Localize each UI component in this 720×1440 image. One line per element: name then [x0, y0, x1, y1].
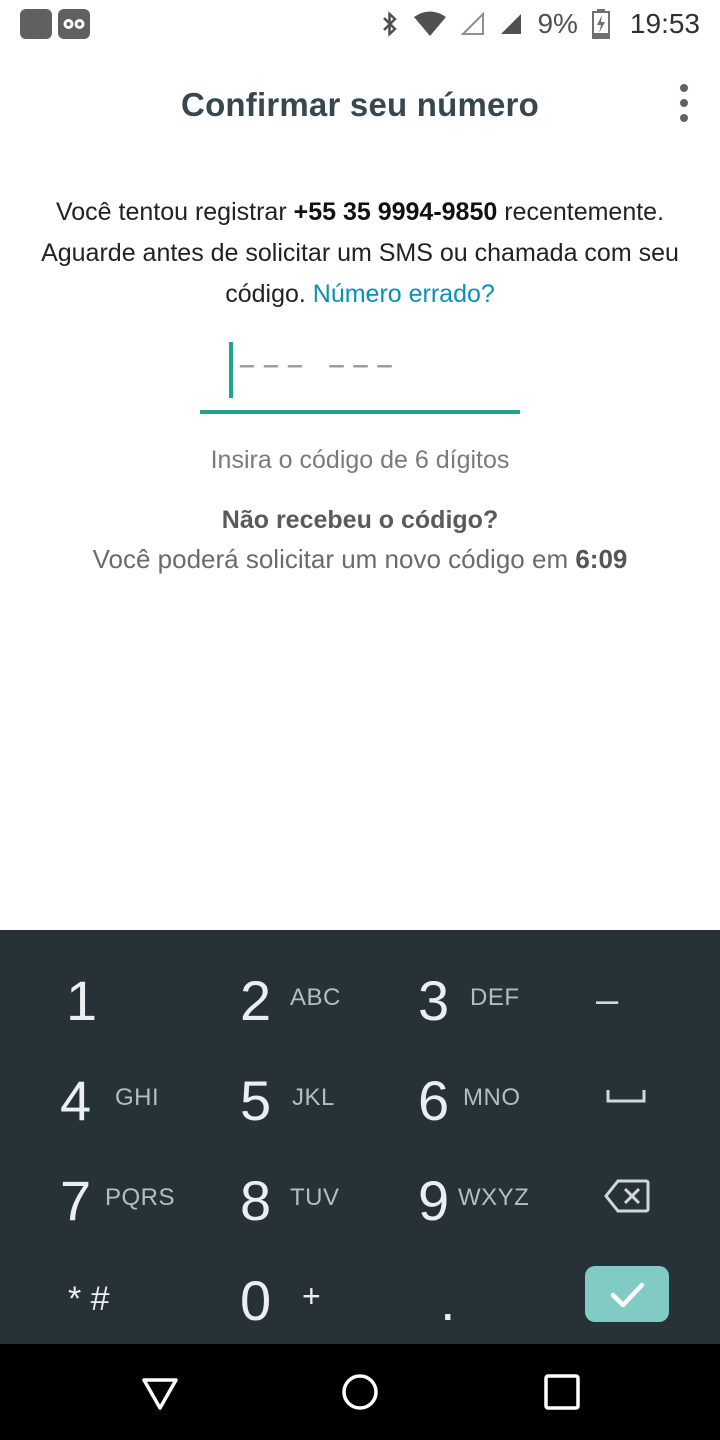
more-vert-icon[interactable] — [676, 84, 692, 124]
key-letters: MNO — [463, 1084, 521, 1111]
app-notification-icon — [20, 9, 52, 39]
numeric-keypad: 1 2 ABC 3 DEF – 4 GHI 5 JKL 6 MNO 7 PQRS… — [0, 930, 720, 1344]
key-digit: 1 — [66, 969, 98, 1032]
verification-code-input[interactable]: ––– ––– — [200, 338, 520, 414]
signal-empty-icon — [461, 12, 485, 35]
key-0[interactable]: 0 + — [220, 1248, 400, 1348]
key-letters: PQRS — [105, 1184, 176, 1211]
key-5[interactable]: 5 JKL — [220, 1048, 400, 1148]
key-digit: 7 — [60, 1169, 92, 1232]
battery-charging-icon — [591, 9, 610, 39]
status-icons: 9% 19:53 — [381, 0, 700, 48]
key-4[interactable]: 4 GHI — [40, 1048, 220, 1148]
key-digit: 3 — [418, 969, 450, 1032]
space-key[interactable] — [606, 1088, 646, 1109]
key-9[interactable]: 9 WXYZ — [400, 1148, 580, 1248]
key-dot[interactable]: . — [400, 1248, 580, 1348]
minus-key[interactable]: – — [596, 978, 618, 1023]
confirm-button[interactable] — [585, 1266, 669, 1322]
key-digit: 0 — [240, 1269, 272, 1332]
resend-prefix: Você poderá solicitar um novo código em — [92, 544, 576, 574]
phone-number: +55 35 9994-9850 — [293, 198, 498, 226]
text-cursor — [229, 342, 233, 398]
countdown: 6:09 — [575, 544, 628, 574]
registration-message: Você tentou registrar +55 35 9994-9850 r… — [40, 192, 680, 315]
signal-icon — [501, 14, 522, 34]
code-underline — [200, 410, 520, 414]
key-digit: * # — [68, 1280, 110, 1318]
key-letters: DEF — [470, 984, 520, 1011]
key-digit: . — [440, 1269, 456, 1332]
home-icon[interactable] — [340, 1372, 380, 1417]
intro-prefix: Você tentou registrar — [55, 198, 294, 226]
key-1[interactable]: 1 — [40, 948, 220, 1048]
key-3[interactable]: 3 DEF — [400, 948, 580, 1048]
code-placeholder: ––– ––– — [238, 344, 400, 385]
infinity-icon — [58, 9, 90, 39]
key-2[interactable]: 2 ABC — [220, 948, 400, 1048]
key-letters: GHI — [115, 1084, 160, 1111]
key-digit: 5 — [240, 1069, 272, 1132]
recents-icon[interactable] — [542, 1372, 582, 1417]
key-letters: ABC — [290, 984, 341, 1011]
key-7[interactable]: 7 PQRS — [40, 1148, 220, 1248]
key-8[interactable]: 8 TUV — [220, 1148, 400, 1248]
page-title: Confirmar seu número — [181, 86, 539, 123]
key-star-hash[interactable]: * # — [40, 1248, 220, 1348]
key-digit: 2 — [240, 969, 272, 1032]
wrong-number-link[interactable]: Número errado? — [313, 280, 495, 308]
backspace-key[interactable] — [604, 1178, 650, 1219]
clock: 19:53 — [629, 8, 700, 39]
key-digit: 9 — [418, 1169, 450, 1232]
navigation-bar — [0, 1344, 720, 1440]
battery-percent: 9% — [537, 8, 578, 39]
key-digit: 6 — [418, 1069, 450, 1132]
resend-countdown-message: Você poderá solicitar um novo código em … — [0, 544, 720, 575]
backspace-icon — [604, 1179, 650, 1213]
key-letters: WXYZ — [458, 1184, 530, 1211]
checkmark-icon — [610, 1282, 645, 1308]
key-digit: 8 — [240, 1169, 272, 1232]
key-6[interactable]: 6 MNO — [400, 1048, 580, 1148]
space-icon — [606, 1090, 646, 1103]
bluetooth-icon — [383, 11, 398, 37]
key-digit: 4 — [60, 1069, 92, 1132]
key-letters: JKL — [292, 1084, 335, 1111]
app-bar: Confirmar seu número — [0, 48, 720, 160]
resend-title: Não recebeu o código? — [221, 506, 499, 534]
key-letters: TUV — [290, 1184, 340, 1211]
status-bar: 9% 19:53 — [0, 0, 720, 48]
key-letters: + — [302, 1278, 322, 1314]
back-icon[interactable] — [140, 1372, 180, 1417]
wifi-icon — [414, 11, 447, 36]
code-hint: Insira o código de 6 dígitos — [210, 446, 510, 474]
